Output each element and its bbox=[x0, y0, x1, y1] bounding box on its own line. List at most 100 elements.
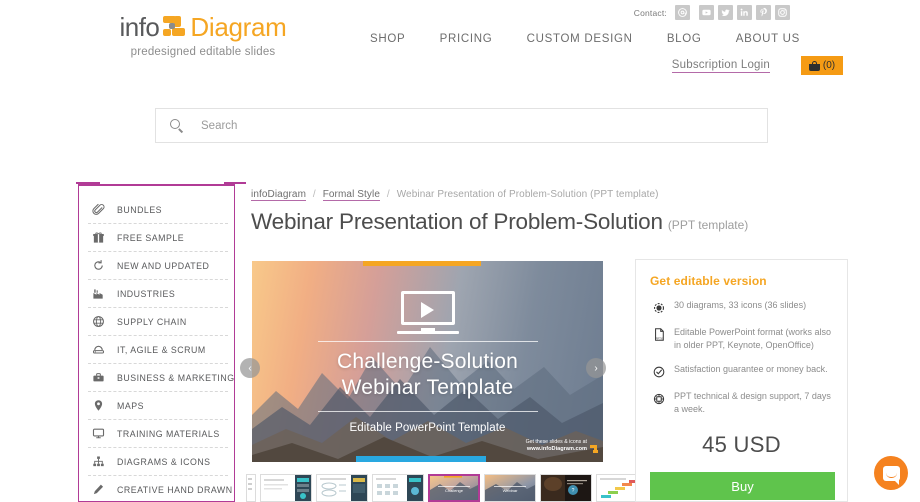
email-icon[interactable] bbox=[675, 5, 690, 20]
page-title-main: Webinar Presentation of Problem-Solution bbox=[251, 209, 663, 234]
watermark-line2: www.infoDiagram.com bbox=[526, 446, 587, 452]
feature-row: PPT technical & design support, 7 days a… bbox=[650, 390, 833, 416]
hierarchy-icon bbox=[88, 453, 108, 470]
preview-divider-top bbox=[318, 341, 538, 342]
thumbnail-item[interactable] bbox=[260, 474, 312, 502]
play-icon[interactable] bbox=[396, 291, 459, 335]
thumbnail-item[interactable] bbox=[316, 474, 368, 502]
search-bar[interactable] bbox=[155, 108, 768, 143]
sidebar-label: TRAINING MATERIALS bbox=[117, 428, 220, 439]
breadcrumb: infoDiagram / Formal Style / Webinar Pre… bbox=[251, 189, 659, 201]
server-icon bbox=[88, 341, 108, 358]
instagram-icon[interactable] bbox=[775, 5, 790, 20]
nav-item-about-us[interactable]: ABOUT US bbox=[736, 33, 800, 45]
nav-item-pricing[interactable]: PRICING bbox=[440, 33, 493, 45]
breadcrumb-category[interactable]: Formal Style bbox=[322, 189, 381, 201]
preview-title-line1: Challenge-Solution bbox=[336, 350, 519, 373]
sidebar-item-supply-chain[interactable]: SUPPLY CHAIN bbox=[88, 308, 228, 336]
site-header: info Diagram predesigned editable slides… bbox=[0, 0, 920, 92]
support-icon bbox=[650, 391, 668, 406]
map-pin-icon bbox=[88, 397, 108, 414]
page-root: info Diagram predesigned editable slides… bbox=[0, 0, 920, 502]
thumbnail-strip: Challenge Webinar ? bbox=[246, 474, 648, 502]
paperclip-icon bbox=[88, 201, 108, 218]
buy-button[interactable]: Buy bbox=[650, 472, 835, 500]
chat-bubble-icon bbox=[882, 465, 900, 485]
pinterest-icon[interactable] bbox=[756, 5, 771, 20]
thumbnail-item[interactable] bbox=[372, 474, 424, 502]
refresh-icon bbox=[88, 257, 108, 274]
preview-bottom-accent-bar bbox=[356, 456, 486, 462]
logo-mark-icon bbox=[161, 16, 187, 38]
sidebar-item-training-materials[interactable]: TRAINING MATERIALS bbox=[88, 420, 228, 448]
thumbnail-item[interactable]: ? bbox=[540, 474, 592, 502]
youtube-icon[interactable] bbox=[699, 5, 714, 20]
cart-button[interactable]: (0) bbox=[801, 56, 843, 75]
cart-basket-icon bbox=[808, 60, 820, 71]
category-sidebar: BUNDLES FREE SAMPLE NEW AND UPDATED INDU… bbox=[88, 196, 234, 502]
sidebar-item-industries[interactable]: INDUSTRIES bbox=[88, 280, 228, 308]
sidebar-item-it-agile-scrum[interactable]: IT, AGILE & SCRUM bbox=[88, 336, 228, 364]
sidebar-item-bundles[interactable]: BUNDLES bbox=[88, 196, 228, 224]
breadcrumb-current: Webinar Presentation of Problem-Solution… bbox=[396, 189, 659, 200]
sidebar-label: DIAGRAMS & ICONS bbox=[117, 456, 211, 467]
sidebar-item-diagrams-icons[interactable]: DIAGRAMS & ICONS bbox=[88, 448, 228, 476]
feature-text: Satisfaction guarantee or money back. bbox=[674, 364, 828, 374]
sidebar-item-creative-hand-drawn[interactable]: CREATIVE HAND DRAWN bbox=[88, 476, 232, 502]
sidebar-label: BUNDLES bbox=[117, 204, 163, 215]
feature-row: 30 diagrams, 33 icons (36 slides) bbox=[650, 299, 833, 315]
watermark-line1: Get these slides & icons at bbox=[525, 439, 587, 445]
preview-divider-bottom bbox=[318, 411, 538, 412]
twitter-icon[interactable] bbox=[718, 5, 733, 20]
price-label: 45 USD bbox=[702, 432, 781, 457]
svg-text:PPTX: PPTX bbox=[655, 337, 663, 341]
breadcrumb-separator: / bbox=[312, 189, 316, 200]
main-navigation: SHOP PRICING CUSTOM DESIGN BLOG ABOUT US bbox=[370, 33, 800, 45]
panel-title: Get editable version bbox=[650, 274, 767, 288]
nav-item-blog[interactable]: BLOG bbox=[667, 33, 702, 45]
breadcrumb-home[interactable]: infoDiagram bbox=[251, 189, 307, 201]
logo-line: info Diagram bbox=[118, 12, 288, 42]
carousel-prev-button[interactable]: ‹ bbox=[240, 358, 260, 378]
svg-text:Challenge: Challenge bbox=[445, 488, 464, 493]
sidebar-label: INDUSTRIES bbox=[117, 288, 176, 299]
feature-text: 30 diagrams, 33 icons (36 slides) bbox=[674, 300, 807, 310]
subscription-login-link[interactable]: Subscription Login bbox=[671, 59, 770, 73]
pencil-icon bbox=[88, 481, 108, 498]
thumbnail-item[interactable] bbox=[246, 474, 256, 502]
nav-item-shop[interactable]: SHOP bbox=[370, 33, 405, 45]
sidebar-item-business-marketing[interactable]: BUSINESS & MARKETING bbox=[88, 364, 234, 392]
sidebar-item-maps[interactable]: MAPS bbox=[88, 392, 228, 420]
briefcase-icon bbox=[88, 369, 108, 386]
preview-title: Challenge-Solution Webinar Template bbox=[252, 349, 603, 401]
feature-row: Satisfaction guarantee or money back. bbox=[650, 363, 833, 379]
logo-diagram-text: Diagram bbox=[190, 11, 287, 42]
search-icon bbox=[170, 118, 184, 133]
sidebar-label: CREATIVE HAND DRAWN bbox=[117, 484, 233, 495]
feature-text: PPT technical & design support, 7 days a… bbox=[674, 391, 831, 414]
page-title-suffix: (PPT template) bbox=[667, 218, 749, 232]
logo-tagline: predesigned editable slides bbox=[130, 46, 276, 58]
monitor-icon bbox=[88, 425, 108, 442]
annotation-tick-right bbox=[224, 182, 246, 184]
slide-preview[interactable]: Challenge-Solution Webinar Template Edit… bbox=[252, 261, 603, 462]
thumbnail-item-selected[interactable]: Challenge bbox=[428, 474, 480, 502]
search-input[interactable] bbox=[201, 119, 701, 132]
preview-watermark: Get these slides & icons at www.infoDiag… bbox=[526, 439, 598, 453]
carousel-next-button[interactable]: › bbox=[586, 358, 606, 378]
preview-top-accent-bar bbox=[363, 261, 481, 266]
chat-widget-button[interactable] bbox=[874, 456, 908, 490]
sidebar-label: BUSINESS & MARKETING bbox=[117, 372, 235, 383]
nav-item-custom-design[interactable]: CUSTOM DESIGN bbox=[527, 33, 633, 45]
linkedin-icon[interactable] bbox=[737, 5, 752, 20]
thumbnail-item[interactable]: Webinar bbox=[484, 474, 536, 502]
site-logo[interactable]: info Diagram predesigned editable slides bbox=[118, 12, 288, 59]
sidebar-label: MAPS bbox=[117, 400, 144, 411]
globe-icon bbox=[88, 313, 108, 330]
cart-count-label: (0) bbox=[822, 60, 836, 71]
sidebar-item-new-and-updated[interactable]: NEW AND UPDATED bbox=[88, 252, 228, 280]
pptx-file-icon: PPTX bbox=[650, 327, 668, 342]
sidebar-item-free-sample[interactable]: FREE SAMPLE bbox=[88, 224, 228, 252]
purchase-panel: Get editable version 30 diagrams, 33 ico… bbox=[635, 259, 848, 502]
sidebar-label: FREE SAMPLE bbox=[117, 232, 185, 243]
